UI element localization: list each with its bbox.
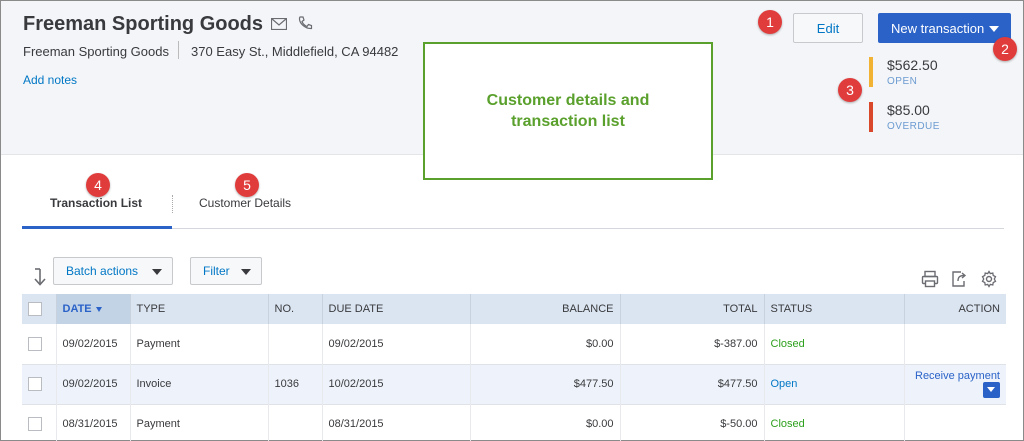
cell-due-date: 08/31/2015 — [322, 404, 471, 441]
cell-no — [268, 324, 323, 364]
row-select-cell — [22, 324, 57, 364]
callout-5: 5 — [235, 173, 259, 197]
customer-address: 370 Easy St., Middlefield, CA 94482 — [191, 44, 399, 59]
table-row[interactable]: 09/02/2015 Payment 09/02/2015 $0.00 $-38… — [22, 324, 1006, 364]
cell-type: Payment — [130, 324, 269, 364]
transaction-table: DATE TYPE NO. DUE DATE BALANCE TOTAL STA… — [22, 294, 1006, 441]
column-header-date[interactable]: DATE — [56, 294, 131, 324]
active-tab-indicator — [22, 226, 172, 229]
tab-divider — [172, 195, 173, 213]
column-header-total[interactable]: TOTAL — [620, 294, 765, 324]
select-all-checkbox[interactable] — [28, 302, 42, 316]
cell-status: Closed — [764, 404, 905, 441]
add-notes-link[interactable]: Add notes — [23, 73, 77, 87]
cell-date: 09/02/2015 — [56, 324, 131, 364]
export-icon[interactable] — [950, 270, 968, 288]
table-header-row: DATE TYPE NO. DUE DATE BALANCE TOTAL STA… — [22, 294, 1006, 324]
cell-action — [904, 324, 1006, 364]
callout-1: 1 — [758, 10, 782, 34]
chevron-down-icon[interactable] — [983, 382, 1000, 398]
cell-status: Open — [764, 364, 905, 404]
cell-no — [268, 404, 323, 441]
column-header-status[interactable]: STATUS — [764, 294, 905, 324]
divider — [178, 41, 179, 59]
chevron-down-icon — [241, 269, 251, 275]
filter-button[interactable]: Filter — [190, 257, 262, 285]
receive-payment-link[interactable]: Receive payment — [915, 370, 1000, 382]
mail-icon[interactable] — [271, 18, 287, 30]
chevron-down-icon — [152, 269, 162, 275]
cell-type: Payment — [130, 404, 269, 441]
cell-date: 09/02/2015 — [56, 364, 131, 404]
overdue-balance-amount: $85.00 — [887, 102, 930, 118]
print-icon[interactable] — [921, 270, 939, 288]
annotation-text: Customer details and transaction list — [486, 92, 650, 130]
column-header-balance[interactable]: BALANCE — [470, 294, 621, 324]
new-transaction-button[interactable]: New transaction — [878, 13, 1011, 43]
annotation-box: Customer details and transaction list — [423, 42, 713, 180]
select-all-cell — [22, 294, 57, 324]
cell-balance: $477.50 — [470, 364, 621, 404]
cell-total: $477.50 — [620, 364, 765, 404]
cell-total: $-387.00 — [620, 324, 765, 364]
sort-icon[interactable] — [33, 268, 47, 286]
table-row[interactable]: 09/02/2015 Invoice 1036 10/02/2015 $477.… — [22, 364, 1006, 404]
column-header-no[interactable]: NO. — [268, 294, 323, 324]
cell-date: 08/31/2015 — [56, 404, 131, 441]
column-header-due-date[interactable]: DUE DATE — [322, 294, 471, 324]
row-checkbox[interactable] — [28, 336, 42, 351]
batch-actions-button[interactable]: Batch actions — [53, 257, 173, 285]
row-checkbox[interactable] — [28, 417, 42, 431]
cell-action — [904, 404, 1006, 441]
cell-no: 1036 — [268, 364, 323, 404]
settings-icon[interactable] — [980, 270, 998, 288]
callout-4: 4 — [86, 173, 110, 197]
overdue-balance-bar — [869, 102, 873, 132]
sort-down-icon — [95, 306, 102, 312]
cell-due-date: 10/02/2015 — [322, 364, 471, 404]
row-select-cell — [22, 364, 57, 404]
row-checkbox[interactable] — [28, 377, 42, 391]
open-balance-label: OPEN — [887, 76, 918, 87]
callout-2: 2 — [993, 37, 1017, 61]
batch-actions-label: Batch actions — [66, 264, 139, 278]
filter-label: Filter — [203, 264, 230, 278]
table-row[interactable]: 08/31/2015 Payment 08/31/2015 $0.00 $-50… — [22, 404, 1006, 441]
cell-due-date: 09/02/2015 — [322, 324, 471, 364]
phone-icon[interactable] — [297, 15, 313, 31]
column-header-type[interactable]: TYPE — [130, 294, 269, 324]
column-header-action: ACTION — [958, 303, 1000, 315]
cell-balance: $0.00 — [470, 404, 621, 441]
tab-transaction-list[interactable]: Transaction List — [50, 196, 142, 210]
tab-customer-details[interactable]: Customer Details — [199, 196, 291, 210]
callout-3: 3 — [838, 78, 862, 102]
cell-total: $-50.00 — [620, 404, 765, 441]
overdue-balance-label: OVERDUE — [887, 121, 940, 132]
customer-name: Freeman Sporting Goods — [23, 13, 264, 35]
new-transaction-label: New transaction — [891, 20, 985, 36]
open-balance-amount: $562.50 — [887, 57, 938, 73]
company-name: Freeman Sporting Goods — [23, 44, 169, 59]
chevron-down-icon — [989, 26, 999, 32]
cell-status: Closed — [764, 324, 905, 364]
cell-action: Receive payment — [904, 364, 1006, 404]
row-select-cell — [22, 404, 57, 441]
open-balance-bar — [869, 57, 873, 87]
cell-balance: $0.00 — [470, 324, 621, 364]
edit-button[interactable]: Edit — [793, 13, 863, 43]
cell-type: Invoice — [130, 364, 269, 404]
